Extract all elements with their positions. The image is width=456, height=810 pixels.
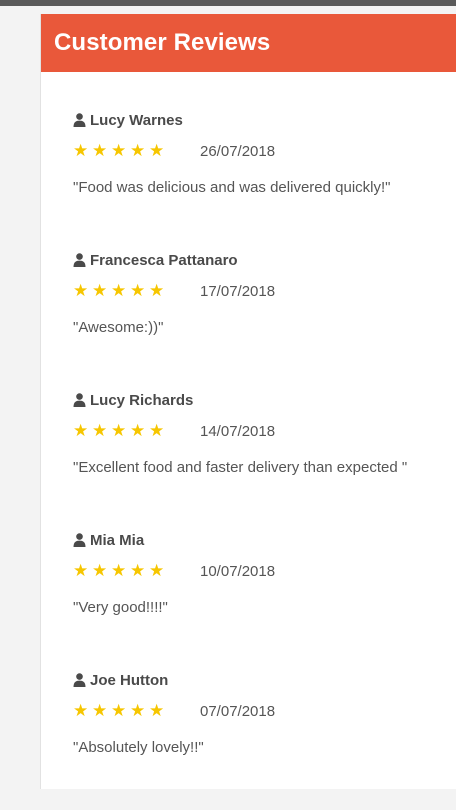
star-icon: ★ xyxy=(92,281,108,300)
star-icon: ★ xyxy=(73,141,89,160)
star-icon: ★ xyxy=(149,701,165,720)
star-icon: ★ xyxy=(111,701,127,720)
reviewer: Lucy Warnes xyxy=(73,110,456,130)
reviewer-name: Joe Hutton xyxy=(90,671,169,689)
review-item: Lucy Richards ★ ★ ★ ★ ★ 14/07/2018 "Excellen… xyxy=(73,390,456,530)
star-icon: ★ xyxy=(130,281,146,300)
review-date: 07/07/2018 xyxy=(200,702,276,720)
star-icon: ★ xyxy=(92,141,108,160)
panel-title: Customer Reviews xyxy=(41,14,456,72)
review-comment: "Awesome:))" xyxy=(73,319,164,336)
review-item: Lucy Warnes ★ ★ ★ ★ ★ 26/07/2018 "Food was d… xyxy=(73,110,456,250)
star-icon: ★ xyxy=(111,561,127,580)
reviewer: Francesca Pattanaro xyxy=(73,250,456,270)
review-comment: "Very good!!!!" xyxy=(73,599,168,616)
star-rating: ★ ★ ★ ★ ★ xyxy=(73,141,191,161)
review-date: 17/07/2018 xyxy=(200,282,276,300)
star-icon: ★ xyxy=(92,421,108,440)
user-icon xyxy=(73,253,86,267)
user-icon xyxy=(73,673,86,687)
star-icon: ★ xyxy=(73,561,89,580)
user-icon xyxy=(73,113,86,127)
star-icon: ★ xyxy=(111,281,127,300)
reviewer: Joe Hutton xyxy=(73,670,456,690)
top-bar xyxy=(0,0,456,6)
star-icon: ★ xyxy=(73,281,89,300)
rating-row: ★ ★ ★ ★ ★ 10/07/2018 xyxy=(73,561,456,581)
reviewer-name: Francesca Pattanaro xyxy=(90,251,238,269)
star-icon: ★ xyxy=(130,561,146,580)
user-icon xyxy=(73,533,86,547)
star-icon: ★ xyxy=(73,701,89,720)
star-icon: ★ xyxy=(130,141,146,160)
reviewer: Lucy Richards xyxy=(73,390,456,410)
rating-row: ★ ★ ★ ★ ★ 14/07/2018 xyxy=(73,421,456,441)
reviewer-name: Mia Mia xyxy=(90,531,145,549)
star-icon: ★ xyxy=(111,141,127,160)
rating-row: ★ ★ ★ ★ ★ 26/07/2018 xyxy=(73,141,456,161)
rating-row: ★ ★ ★ ★ ★ 07/07/2018 xyxy=(73,701,456,721)
star-icon: ★ xyxy=(149,141,165,160)
star-icon: ★ xyxy=(92,561,108,580)
star-rating: ★ ★ ★ ★ ★ xyxy=(73,421,191,441)
star-icon: ★ xyxy=(149,421,165,440)
star-icon: ★ xyxy=(73,421,89,440)
star-icon: ★ xyxy=(111,421,127,440)
review-date: 10/07/2018 xyxy=(200,562,276,580)
star-icon: ★ xyxy=(92,701,108,720)
review-comment: "Excellent food and faster delivery than… xyxy=(73,459,408,476)
reviewer-name: Lucy Richards xyxy=(90,391,194,409)
rating-row: ★ ★ ★ ★ ★ 17/07/2018 xyxy=(73,281,456,301)
review-list: Lucy Warnes ★ ★ ★ ★ ★ 26/07/2018 "Food was d… xyxy=(41,72,456,810)
star-icon: ★ xyxy=(149,281,165,300)
star-rating: ★ ★ ★ ★ ★ xyxy=(73,701,191,721)
review-item: Francesca Pattanaro ★ ★ ★ ★ ★ 17/07/2018 "Aw… xyxy=(73,250,456,390)
star-icon: ★ xyxy=(149,561,165,580)
star-rating: ★ ★ ★ ★ ★ xyxy=(73,561,191,581)
review-date: 14/07/2018 xyxy=(200,422,276,440)
review-comment: "Food was delicious and was delivered qu… xyxy=(73,179,391,196)
review-item: Joe Hutton ★ ★ ★ ★ ★ 07/07/2018 "Absolutely … xyxy=(73,670,456,810)
star-rating: ★ ★ ★ ★ ★ xyxy=(73,281,191,301)
review-comment: "Absolutely lovely!!" xyxy=(73,739,204,756)
reviews-panel: Customer Reviews Lucy Warnes ★ ★ ★ ★ ★ 26/07… xyxy=(40,14,456,789)
review-item: Mia Mia ★ ★ ★ ★ ★ 10/07/2018 "Very good!!!!" xyxy=(73,530,456,670)
star-icon: ★ xyxy=(130,701,146,720)
review-date: 26/07/2018 xyxy=(200,142,276,160)
reviewer-name: Lucy Warnes xyxy=(90,111,183,129)
user-icon xyxy=(73,393,86,407)
reviewer: Mia Mia xyxy=(73,530,456,550)
star-icon: ★ xyxy=(130,421,146,440)
